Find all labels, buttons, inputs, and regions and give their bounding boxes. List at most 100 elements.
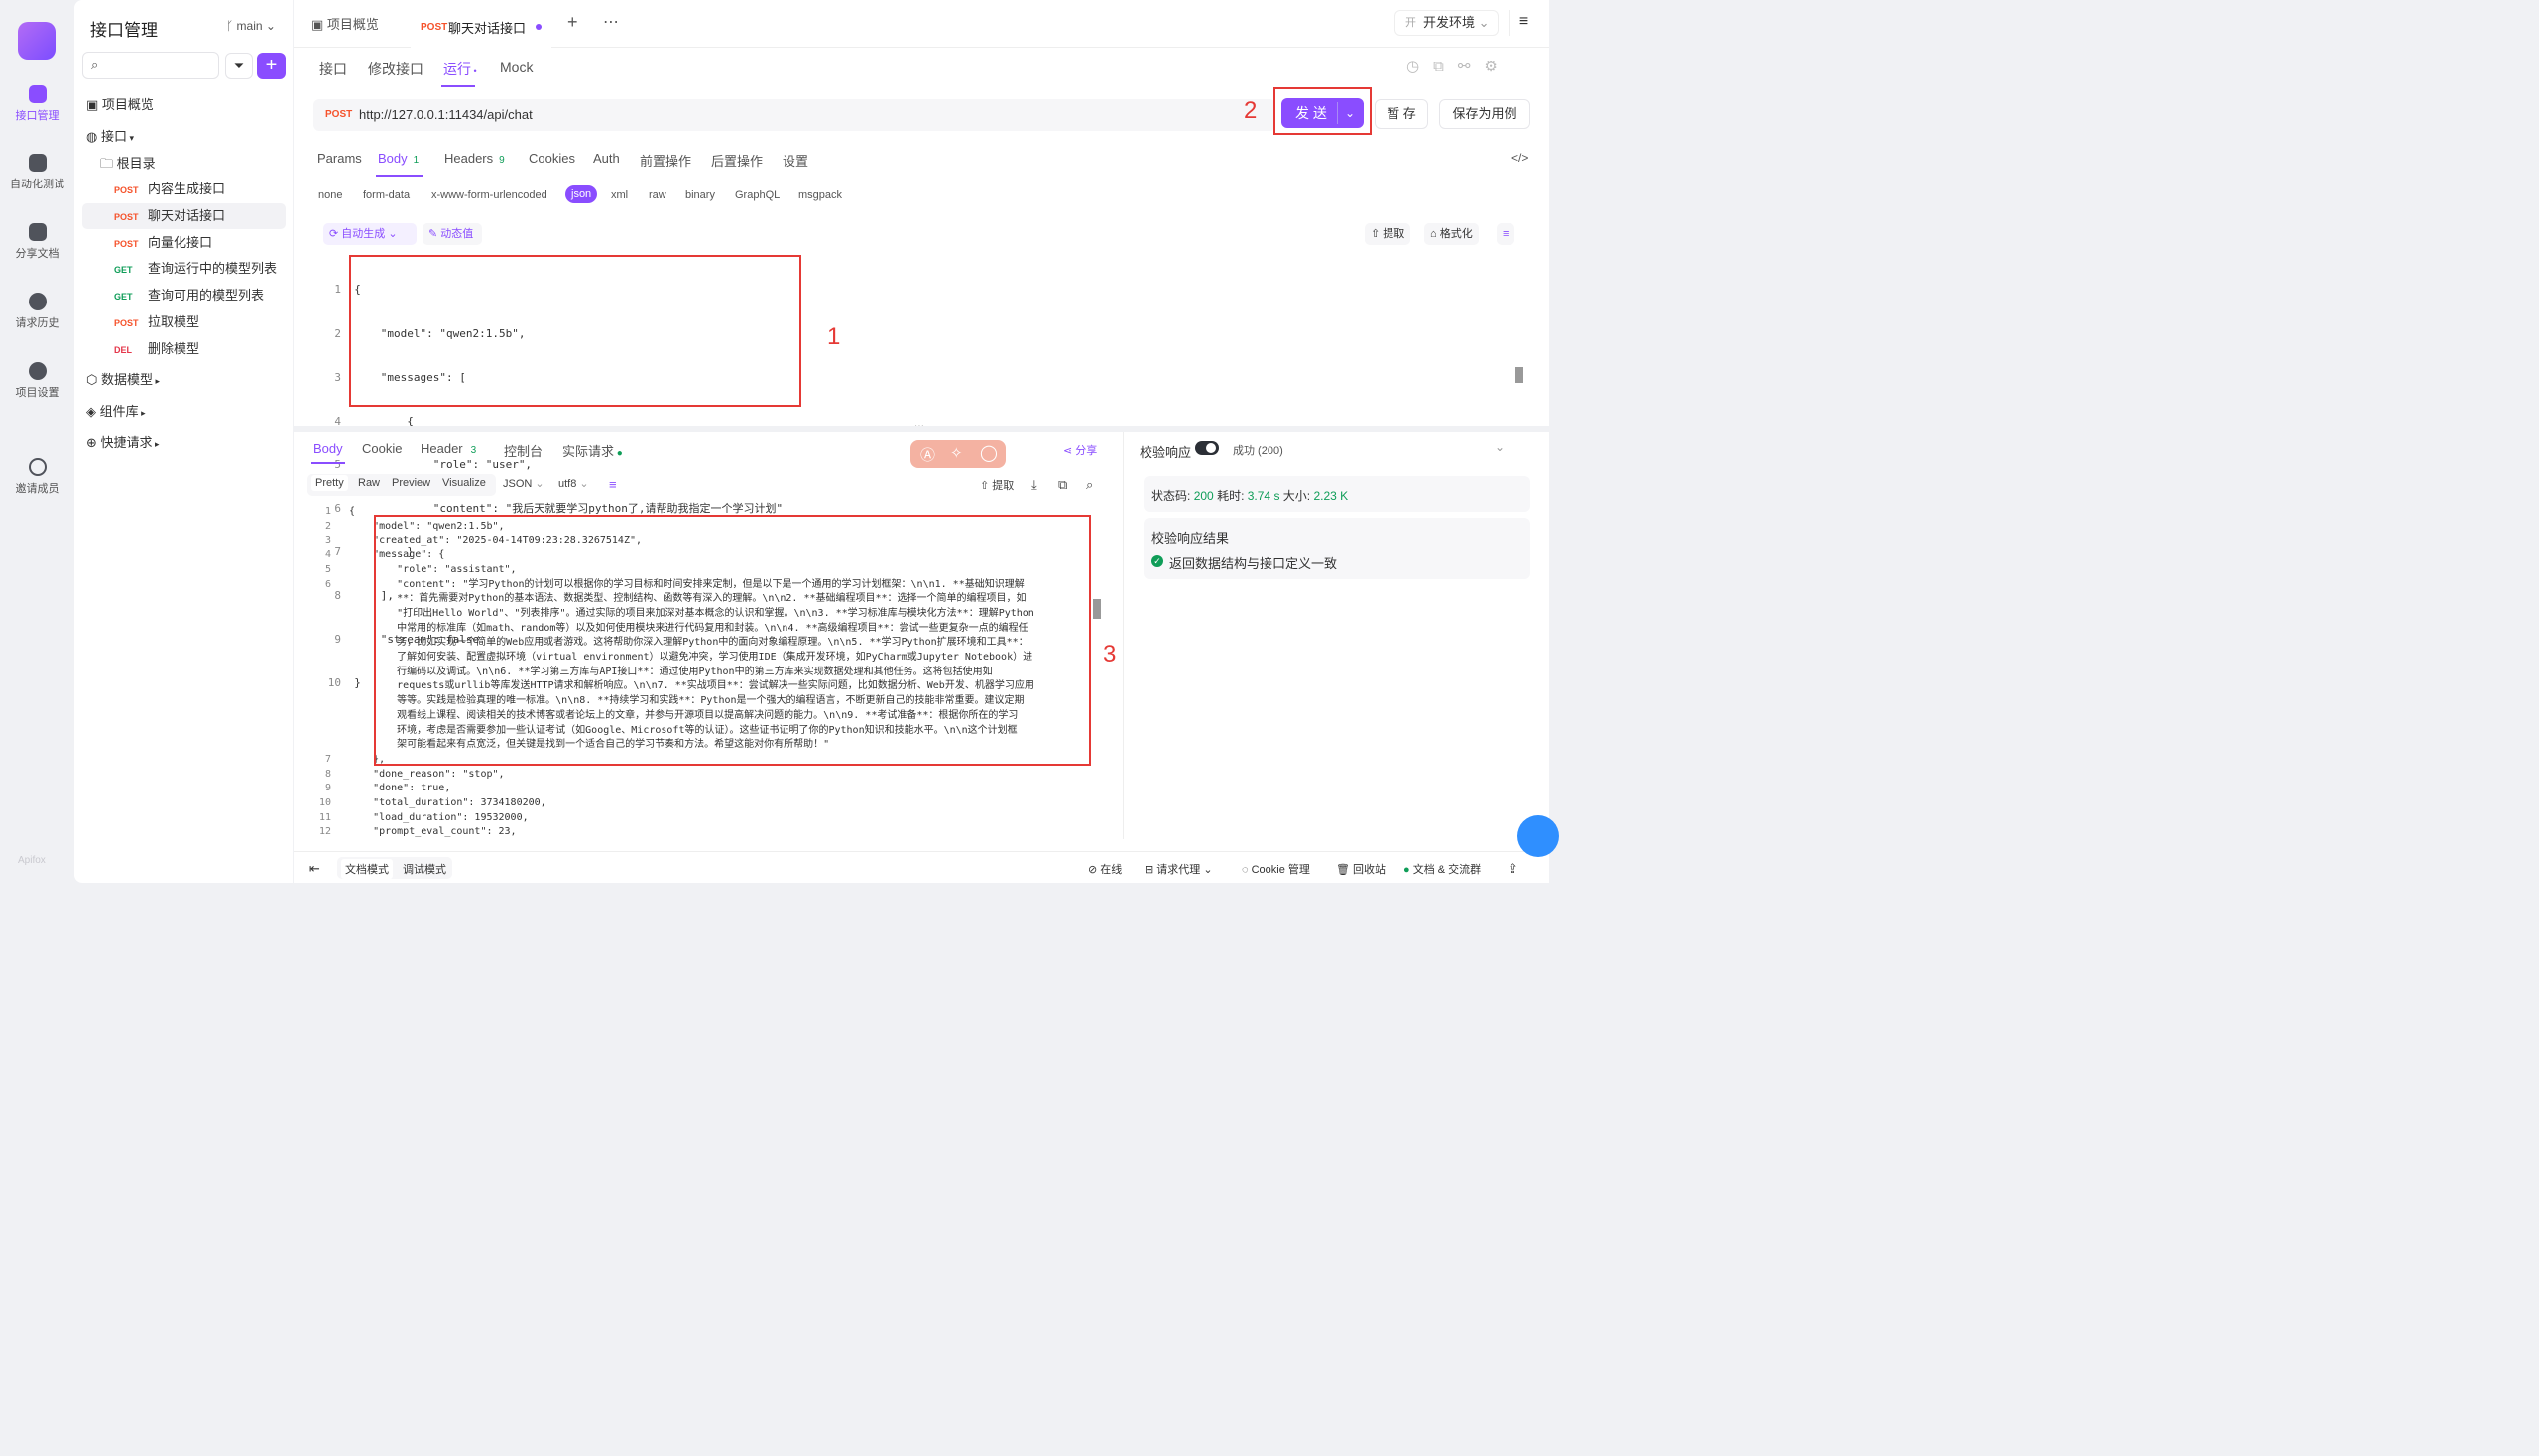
format-pretty[interactable]: Pretty bbox=[311, 475, 348, 491]
menu-button[interactable]: ≡ bbox=[1509, 10, 1538, 36]
tab-active-endpoint[interactable]: POST 聊天对话接口 bbox=[411, 6, 551, 48]
response-extract-button[interactable]: ⇧ 提取 bbox=[980, 477, 1014, 493]
request-method[interactable]: POST bbox=[325, 109, 352, 120]
proxy-button[interactable]: ⊞ 请求代理 ⌄ bbox=[1145, 861, 1213, 877]
tree-endpoint[interactable]: POST 内容生成接口 bbox=[82, 177, 286, 202]
validate-toggle[interactable] bbox=[1195, 441, 1219, 455]
tab-headers[interactable]: Headers 9 bbox=[444, 151, 505, 166]
dynamic-value-button[interactable]: ✎ 动态值 bbox=[423, 223, 482, 245]
tab-post-ops[interactable]: 后置操作 bbox=[711, 151, 763, 170]
upload-icon[interactable]: ⇪ bbox=[1508, 861, 1518, 877]
tab-body[interactable]: Body 1 bbox=[378, 151, 419, 166]
subtab-edit[interactable]: 修改接口 bbox=[368, 60, 423, 79]
history-icon[interactable]: ◷ bbox=[1406, 59, 1433, 75]
format-raw[interactable]: Raw bbox=[358, 477, 380, 489]
tree-endpoint[interactable]: POST 向量化接口 bbox=[82, 230, 286, 256]
tree-endpoint[interactable]: GET 查询运行中的模型列表 bbox=[82, 256, 286, 282]
rail-item-api-management[interactable]: 接口管理 bbox=[0, 85, 74, 123]
search-icon[interactable]: ◯ bbox=[980, 443, 998, 463]
docs-community-button[interactable]: ● 文档 & 交流群 bbox=[1403, 861, 1481, 877]
response-tab-actual-request[interactable]: 实际请求 ● bbox=[562, 441, 623, 460]
resize-handle-icon[interactable]: ⋯ bbox=[914, 421, 924, 431]
environment-selector[interactable]: 开 开发环境 ⌄ bbox=[1394, 10, 1499, 36]
tree-item-overview[interactable]: ▣ 项目概览 bbox=[82, 92, 286, 118]
format-visualize[interactable]: Visualize bbox=[442, 477, 486, 489]
tree-group-data-models[interactable]: ⬡ 数据模型 ▸ bbox=[82, 367, 286, 393]
body-type-xml[interactable]: xml bbox=[611, 189, 628, 201]
encoding-select[interactable]: utf8 ⌄ bbox=[558, 477, 589, 490]
app-logo[interactable] bbox=[18, 22, 56, 60]
collapse-icon[interactable]: ⇤ bbox=[309, 861, 320, 877]
save-as-case-button[interactable]: 保存为用例 bbox=[1439, 99, 1530, 129]
new-tab-button[interactable]: + bbox=[567, 12, 578, 33]
tree-folder-root[interactable]: 🗀 根目录 bbox=[82, 151, 286, 177]
response-tab-cookie[interactable]: Cookie bbox=[362, 441, 402, 456]
tab-settings[interactable]: 设置 bbox=[783, 151, 808, 170]
body-type-graphql[interactable]: GraphQL bbox=[735, 189, 780, 201]
share-button[interactable]: ⋖ 分享 bbox=[1063, 442, 1097, 458]
chevron-down-icon[interactable]: ⌄ bbox=[385, 228, 397, 240]
rail-item-invite[interactable]: 邀请成员 bbox=[0, 458, 74, 496]
format-preview[interactable]: Preview bbox=[392, 477, 430, 489]
tree-search-input[interactable]: ⌕ bbox=[82, 52, 219, 79]
url-bar[interactable]: POST http://127.0.0.1:11434/api/chat bbox=[313, 99, 1275, 131]
search-icon[interactable]: ⌕ bbox=[1086, 477, 1093, 493]
response-tab-header[interactable]: Header 3 bbox=[421, 441, 476, 456]
body-type-binary[interactable]: binary bbox=[685, 189, 715, 201]
chevron-down-icon[interactable]: ⌄ bbox=[1345, 98, 1355, 128]
rail-item-automation[interactable]: 自动化测试 bbox=[0, 154, 74, 191]
debug-mode-button[interactable]: 调试模式 bbox=[403, 861, 446, 877]
online-status[interactable]: ⊘ 在线 bbox=[1088, 861, 1122, 877]
tree-group-quick-requests[interactable]: ⊕ 快捷请求 ▸ bbox=[82, 430, 286, 456]
settings-icon[interactable]: ⚙ bbox=[1484, 59, 1511, 75]
download-icon[interactable]: ⤓ bbox=[1031, 477, 1037, 493]
rail-item-project-settings[interactable]: 项目设置 bbox=[0, 362, 74, 400]
copy-icon[interactable]: ⧉ bbox=[1058, 477, 1067, 493]
format-button[interactable]: ⌂ 格式化 bbox=[1424, 223, 1479, 245]
tree-endpoint[interactable]: POST 拉取模型 bbox=[82, 309, 286, 335]
subtab-api[interactable]: 接口 bbox=[319, 60, 347, 79]
ai-icon[interactable]: Ⓐ bbox=[920, 444, 935, 465]
extract-button[interactable]: ⇧ 提取 bbox=[1365, 223, 1411, 245]
body-type-form-data[interactable]: form-data bbox=[363, 189, 410, 201]
tab-cookies[interactable]: Cookies bbox=[529, 151, 575, 166]
tree-endpoint[interactable]: DEL 删除模型 bbox=[82, 336, 286, 362]
branch-selector[interactable]: ᚴ main ⌄ bbox=[226, 19, 276, 33]
body-type-json[interactable]: json bbox=[565, 185, 598, 203]
floating-toolbar[interactable]: Ⓐ ✧ ◯ bbox=[910, 440, 1006, 468]
rail-item-history[interactable]: 请求历史 bbox=[0, 293, 74, 330]
editor-scrollbar[interactable] bbox=[1515, 367, 1523, 383]
response-tab-body[interactable]: Body bbox=[313, 441, 343, 456]
wrap-toggle-icon[interactable]: ≡ bbox=[609, 477, 617, 492]
body-type-msgpack[interactable]: msgpack bbox=[798, 189, 842, 201]
response-scrollbar[interactable] bbox=[1093, 599, 1101, 619]
body-type-urlencoded[interactable]: x-www-form-urlencoded bbox=[431, 189, 547, 201]
auto-generate-button[interactable]: ⟳ 自动生成 ⌄ bbox=[323, 223, 417, 245]
wrap-button[interactable]: ≡ bbox=[1497, 223, 1515, 245]
link-icon[interactable]: ⚯ bbox=[1458, 59, 1485, 75]
tab-auth[interactable]: Auth bbox=[593, 151, 620, 166]
tree-group-components[interactable]: ◈ 组件库 ▸ bbox=[82, 399, 286, 425]
subtab-run[interactable]: 运行 • bbox=[443, 60, 477, 79]
add-button[interactable]: + bbox=[257, 53, 286, 79]
floating-assistant-button[interactable] bbox=[1517, 815, 1559, 857]
doc-mode-button[interactable]: 文档模式 bbox=[341, 859, 393, 879]
copy-icon[interactable]: ⧉ bbox=[1433, 59, 1458, 75]
response-tab-console[interactable]: 控制台 bbox=[504, 441, 543, 460]
recycle-bin-button[interactable]: 🗑 回收站 bbox=[1336, 861, 1386, 877]
tree-group-api[interactable]: ◍ 接口 ▾ bbox=[82, 124, 286, 150]
cookie-manager-button[interactable]: ◌ Cookie 管理 bbox=[1242, 861, 1310, 877]
filter-button[interactable]: ⏷ bbox=[225, 53, 253, 79]
body-type-none[interactable]: none bbox=[318, 189, 342, 201]
rail-item-share-docs[interactable]: 分享文档 bbox=[0, 223, 74, 261]
tree-endpoint[interactable]: GET 查询可用的模型列表 bbox=[82, 283, 286, 308]
tab-params[interactable]: Params bbox=[317, 151, 362, 166]
save-draft-button[interactable]: 暂 存 bbox=[1375, 99, 1428, 129]
subtab-mock[interactable]: Mock bbox=[500, 60, 533, 75]
tab-pre-ops[interactable]: 前置操作 bbox=[640, 151, 691, 170]
body-type-raw[interactable]: raw bbox=[649, 189, 666, 201]
more-tabs-button[interactable]: ⋯ bbox=[603, 12, 619, 32]
magic-wand-icon[interactable]: ✧ bbox=[950, 444, 963, 462]
chevron-down-icon[interactable]: ⌄ bbox=[1495, 440, 1505, 454]
language-select[interactable]: JSON ⌄ bbox=[503, 477, 544, 490]
